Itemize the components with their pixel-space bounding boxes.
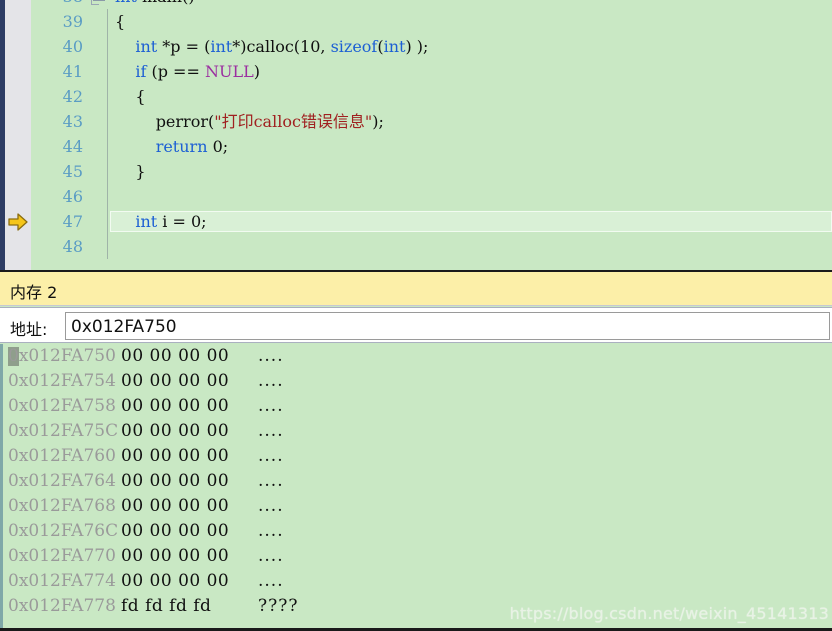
memory-row-ascii: ????: [258, 596, 299, 616]
code-line[interactable]: 48: [31, 234, 832, 259]
execution-pointer-arrow-icon: [8, 213, 28, 231]
code-editor-pane[interactable]: 38 int main() 39 {40 int *p = (int*)calloc(…: [0, 0, 832, 270]
memory-row-address: 0x012FA764: [8, 471, 116, 491]
code-line-text: int main(): [115, 0, 195, 9]
current-execution-line-highlight: [110, 211, 832, 232]
memory-row[interactable]: 0x012FA768 00 00 00 00....: [3, 494, 832, 519]
line-number: 39: [62, 12, 83, 31]
code-line[interactable]: 43 perror("打印calloc错误信息");: [31, 109, 832, 134]
fold-bracket-stub: [91, 0, 99, 5]
memory-panel-title-bar[interactable]: 内存 2: [0, 272, 832, 306]
code-block-guide-line: [107, 134, 108, 159]
memory-row[interactable]: 0x012FA760 00 00 00 00....: [3, 444, 832, 469]
code-line[interactable]: 46: [31, 184, 832, 209]
memory-row-ascii: ....: [258, 496, 284, 516]
watermark-text: https://blog.csdn.net/weixin_45141313: [509, 604, 829, 623]
memory-row[interactable]: 0x012FA75C 00 00 00 00....: [3, 419, 832, 444]
code-block-guide-line: [107, 184, 108, 209]
memory-row[interactable]: 0x012FA764 00 00 00 00....: [3, 469, 832, 494]
memory-row-address: 0x012FA754: [8, 371, 116, 391]
memory-row[interactable]: 0x012FA750 00 00 00 00....: [3, 344, 832, 369]
memory-row-ascii: ....: [258, 421, 284, 441]
line-number: 45: [62, 162, 83, 181]
code-line-text: int *p = (int*)calloc(10, sizeof(int) );: [135, 37, 429, 56]
memory-row-bytes: fd fd fd fd: [121, 596, 212, 616]
code-block-guide-line: [107, 84, 108, 109]
memory-row-ascii: ....: [258, 571, 284, 591]
memory-row-bytes: 00 00 00 00: [121, 371, 230, 391]
code-line-text: {: [115, 87, 146, 106]
memory-row-bytes: 00 00 00 00: [121, 496, 230, 516]
memory-row-address: 0x012FA768: [8, 496, 116, 516]
memory-dump-list[interactable]: 0x012FA750 00 00 00 00.... 0x012FA754 00 00…: [0, 344, 832, 631]
memory-row-ascii: ....: [258, 446, 284, 466]
code-block-guide-line: [107, 159, 108, 184]
line-number: 38: [31, 0, 83, 9]
memory-row-address: 0x012FA76C: [8, 521, 119, 541]
line-number: 46: [62, 187, 83, 206]
line-number: 41: [62, 62, 83, 81]
memory-row-ascii: ....: [258, 546, 284, 566]
code-block-guide-line: [107, 59, 108, 84]
code-block-guide-line: [107, 9, 108, 34]
memory-row-bytes: 00 00 00 00: [121, 346, 230, 366]
memory-row-ascii: ....: [258, 521, 284, 541]
line-number: 40: [62, 37, 83, 56]
code-line[interactable]: 39 {: [31, 9, 832, 34]
line-number: 48: [62, 237, 83, 256]
memory-row[interactable]: 0x012FA758 00 00 00 00....: [3, 394, 832, 419]
line-number: 42: [62, 87, 83, 106]
code-line[interactable]: 41 if (p == NULL): [31, 59, 832, 84]
memory-panel-title: 内存 2: [10, 283, 58, 302]
line-number: 47: [62, 212, 83, 231]
code-line[interactable]: 44 return 0;: [31, 134, 832, 159]
memory-row-address: 0x012FA758: [8, 396, 116, 416]
memory-row-address: 0x012FA760: [8, 446, 116, 466]
code-block-guide-line: [107, 209, 108, 234]
code-line-text: int i = 0;: [135, 212, 207, 231]
memory-panel: 内存 2 地址: 0x012FA750 0x012FA750 00 00 00 0…: [0, 270, 832, 631]
memory-row-bytes: 00 00 00 00: [121, 546, 230, 566]
memory-row-bytes: 00 00 00 00: [121, 421, 230, 441]
code-line[interactable]: 45 }: [31, 159, 832, 184]
memory-address-input[interactable]: 0x012FA750: [65, 312, 830, 340]
code-line[interactable]: 40 int *p = (int*)calloc(10, sizeof(int)…: [31, 34, 832, 59]
memory-row-address: 0x012FA778: [8, 596, 116, 616]
memory-row-ascii: ....: [258, 371, 284, 391]
memory-row-bytes: 00 00 00 00: [121, 471, 230, 491]
line-number: 44: [62, 137, 83, 156]
memory-row[interactable]: 0x012FA76C 00 00 00 00....: [3, 519, 832, 544]
memory-address-label: 地址:: [10, 320, 48, 339]
code-line-text: if (p == NULL): [135, 62, 260, 81]
memory-row-address: 0x012FA774: [8, 571, 116, 591]
memory-row-bytes: 00 00 00 00: [121, 396, 230, 416]
code-line[interactable]: 38 int main(): [31, 0, 832, 9]
code-line[interactable]: 47 int i = 0;: [31, 209, 832, 234]
memory-row-bytes: 00 00 00 00: [121, 446, 230, 466]
code-line-text: perror("打印calloc错误信息");: [115, 112, 384, 131]
memory-row-bytes: 00 00 00 00: [121, 521, 230, 541]
memory-row-ascii: ....: [258, 346, 284, 366]
memory-row-ascii: ....: [258, 396, 284, 416]
memory-row-ascii: ....: [258, 471, 284, 491]
code-lines-container: 38 int main() 39 {40 int *p = (int*)calloc(…: [31, 0, 832, 259]
memory-row-address: 0x012FA770: [8, 546, 116, 566]
memory-row[interactable]: 0x012FA770 00 00 00 00....: [3, 544, 832, 569]
code-block-guide-line: [107, 109, 108, 134]
memory-row[interactable]: 0x012FA754 00 00 00 00....: [3, 369, 832, 394]
memory-row-address: 0x012FA750: [8, 346, 116, 366]
line-number: 43: [62, 112, 83, 131]
code-line[interactable]: 42 {: [31, 84, 832, 109]
code-block-guide-line: [107, 234, 108, 259]
memory-row[interactable]: 0x012FA774 00 00 00 00....: [3, 569, 832, 594]
code-line-text: return 0;: [155, 137, 229, 156]
code-block-guide-line: [107, 34, 108, 59]
code-line-text: {: [115, 12, 126, 31]
memory-address-bar: 地址: 0x012FA750: [0, 307, 832, 343]
memory-row-bytes: 00 00 00 00: [121, 571, 230, 591]
code-line-text: }: [115, 162, 146, 181]
memory-row-address: 0x012FA75C: [8, 421, 119, 441]
debugger-window: 38 int main() 39 {40 int *p = (int*)calloc(…: [0, 0, 832, 631]
